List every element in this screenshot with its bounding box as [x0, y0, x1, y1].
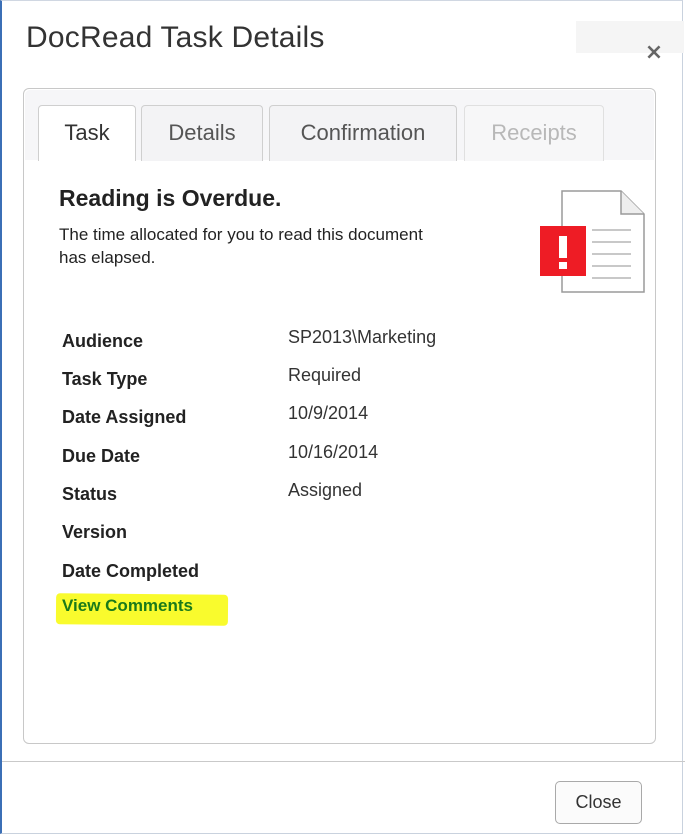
tab-task[interactable]: Task — [38, 105, 136, 161]
field-label: Audience — [62, 331, 144, 351]
tab-bar: Task Details Confirmation Receipts — [25, 90, 654, 161]
tab-receipts: Receipts — [464, 105, 604, 161]
field-label: Due Date — [62, 446, 141, 466]
dialog-title: DocRead Task Details — [26, 21, 325, 54]
field-row-date-completed: Date Completed — [62, 561, 199, 582]
field-label: Date Completed — [62, 561, 200, 581]
field-row-version: Version — [62, 522, 127, 543]
field-value-task-type: Required — [288, 365, 362, 385]
title-bar-background — [576, 21, 684, 53]
docread-task-details-dialog: DocRead Task Details × Task Details Conf… — [0, 0, 685, 834]
field-value-audience: SP2013\Marketing — [288, 327, 437, 347]
field-value-status: Assigned — [288, 480, 363, 500]
field-label: Date Assigned — [62, 407, 187, 427]
close-icon[interactable]: × — [642, 41, 666, 65]
close-button[interactable]: Close — [555, 781, 642, 824]
overdue-document-icon — [539, 186, 649, 299]
field-row-due-date: Due Date — [62, 446, 140, 467]
field-row-status: Status — [62, 484, 117, 505]
footer-divider — [2, 761, 685, 762]
tab-confirmation[interactable]: Confirmation — [269, 105, 457, 161]
field-value-date-assigned: 10/9/2014 — [288, 403, 369, 423]
view-comments-link[interactable]: View Comments — [62, 596, 193, 616]
field-row-date-assigned: Date Assigned — [62, 407, 186, 428]
overdue-heading: Reading is Overdue. — [59, 185, 282, 211]
field-row-audience: Audience — [62, 331, 143, 352]
field-label: Status — [62, 484, 118, 504]
field-label: Task Type — [62, 369, 148, 389]
field-row-task-type: Task Type — [62, 369, 147, 390]
field-label: Version — [62, 522, 128, 542]
tab-details[interactable]: Details — [141, 105, 263, 161]
overdue-message: The time allocated for you to read this … — [59, 225, 423, 267]
field-value-due-date: 10/16/2014 — [288, 442, 379, 462]
